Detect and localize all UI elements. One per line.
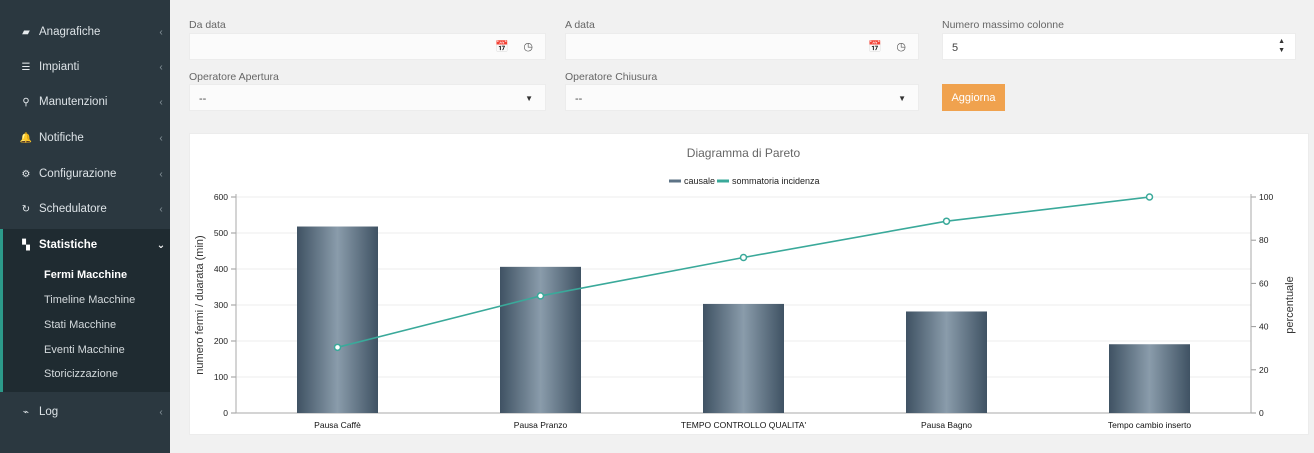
legend-label-causale: causale — [684, 176, 715, 186]
sidebar-item-label: Notifiche — [39, 132, 84, 144]
y-tick-label: 500 — [214, 228, 228, 238]
caret-down-icon: ▼ — [525, 94, 533, 103]
line-point-2 — [739, 253, 748, 262]
sidebar-item-configurazione[interactable]: ⚙ Configurazione ‹ — [0, 159, 170, 189]
sidebar-subitem-eventi-macchine[interactable]: Eventi Macchine — [44, 344, 125, 356]
pareto-chart-card: Diagramma di Pareto causale sommatoria inc… — [189, 133, 1309, 435]
chevron-left-icon: ‹ — [159, 406, 163, 418]
sidebar-item-label: Impianti — [39, 61, 80, 73]
da-data-input[interactable]: 📅 ◷ — [189, 33, 546, 60]
caret-down-icon: ▼ — [898, 94, 906, 103]
sidebar-item-impianti[interactable]: ☰ Impianti ‹ — [0, 52, 170, 82]
sidebar-item-label: Manutenzioni — [39, 96, 108, 108]
chevron-left-icon: ‹ — [159, 96, 163, 108]
sidebar: ▰ Anagrafiche ‹ ☰ Impianti ‹ ⚲ Manutenzi… — [0, 0, 170, 453]
sidebar-item-label: Configurazione — [39, 168, 117, 180]
map-icon: ▚ — [22, 239, 30, 251]
y-tick-label: 300 — [214, 300, 228, 310]
y2-tick-label: 100 — [1259, 192, 1273, 202]
sidebar-subitem-storicizzazione[interactable]: Storicizzazione — [44, 368, 118, 380]
y-tick-label: 100 — [214, 372, 228, 382]
x-tick-label: Pausa Pranzo — [514, 420, 568, 430]
a-data-input[interactable]: 📅 ◷ — [565, 33, 919, 60]
sidebar-item-notifiche[interactable]: 🔔 Notifiche ‹ — [0, 123, 170, 153]
sidebar-item-label: Anagrafiche — [39, 26, 101, 38]
pareto-chart: Diagramma di Pareto causale sommatoria inc… — [194, 146, 1296, 430]
max-cols-label: Numero massimo colonne — [942, 19, 1064, 31]
stepper-arrows-icon[interactable]: ▲ ▼ — [1278, 37, 1285, 55]
op-chiusura-select[interactable]: -- ▼ — [565, 84, 919, 111]
sidebar-item-label: Log — [39, 406, 59, 418]
chart-title: Diagramma di Pareto — [687, 146, 801, 160]
y-tick-label: 400 — [214, 264, 228, 274]
max-cols-value: 5 — [952, 42, 959, 54]
chevron-left-icon: ‹ — [159, 26, 163, 38]
y-axis-title: numero fermi / duarata (min) — [194, 235, 206, 374]
bar-2 — [703, 303, 784, 413]
sidebar-subitem-fermi-macchine[interactable]: Fermi Macchine — [44, 269, 127, 281]
x-tick-label: Pausa Bagno — [921, 420, 972, 430]
x-tick-label: TEMPO CONTROLLO QUALITA' — [681, 420, 807, 430]
sidebar-item-label: Schedulatore — [39, 203, 107, 215]
legend-label-sommatoria: sommatoria incidenza — [732, 176, 820, 186]
y2-tick-label: 20 — [1259, 365, 1269, 375]
y-tick-label: 600 — [214, 192, 228, 202]
search-icon: ⚲ — [22, 96, 30, 108]
da-data-label: Da data — [189, 19, 226, 31]
aggiorna-button[interactable]: Aggiorna — [942, 84, 1005, 111]
line-point-4 — [1145, 193, 1154, 201]
chevron-left-icon: ‹ — [159, 132, 163, 144]
sidebar-item-label: Statistiche — [39, 239, 98, 251]
y2-axis-title: percentuale — [1284, 276, 1296, 334]
line-point-3 — [942, 217, 951, 225]
y-tick-label: 200 — [214, 336, 228, 346]
bar-1 — [500, 266, 581, 413]
bar-0 — [297, 226, 378, 413]
sidebar-subitem-stati-macchine[interactable]: Stati Macchine — [44, 319, 116, 331]
sidebar-subitem-timeline-macchine[interactable]: Timeline Macchine — [44, 294, 135, 306]
chevron-left-icon: ‹ — [159, 168, 163, 180]
clock-icon[interactable]: ◷ — [523, 40, 533, 53]
x-tick-label: Pausa Caffè — [314, 420, 361, 430]
refresh-icon: ↻ — [21, 203, 31, 215]
sidebar-item-anagrafiche[interactable]: ▰ Anagrafiche ‹ — [0, 17, 170, 47]
chevron-left-icon: ‹ — [159, 203, 163, 215]
paperclip-icon: ⌁ — [22, 406, 30, 418]
chevron-down-icon: ⌄ — [156, 239, 166, 251]
sidebar-item-log[interactable]: ⌁ Log ‹ — [0, 397, 170, 427]
clock-icon[interactable]: ◷ — [896, 40, 906, 53]
op-chiusura-value: -- — [575, 93, 583, 105]
main-content: Da data 📅 ◷ A data 📅 ◷ Numero massimo co… — [170, 0, 1314, 453]
calendar-icon[interactable]: 📅 — [495, 40, 509, 53]
sidebar-item-manutenzioni[interactable]: ⚲ Manutenzioni ‹ — [0, 87, 170, 117]
sidebar-item-schedulatore[interactable]: ↻ Schedulatore ‹ — [0, 194, 170, 224]
calendar-icon[interactable]: 📅 — [868, 40, 882, 53]
a-data-label: A data — [565, 19, 595, 31]
y2-tick-label: 60 — [1259, 278, 1269, 288]
y2-tick-label: 80 — [1259, 235, 1269, 245]
bar-3 — [906, 311, 987, 413]
x-tick-label: Tempo cambio inserto — [1108, 420, 1191, 430]
y2-tick-label: 40 — [1259, 322, 1269, 332]
max-cols-stepper[interactable]: 5 ▲ ▼ — [942, 33, 1296, 60]
op-apertura-value: -- — [199, 93, 207, 105]
y2-tick-label: 0 — [1259, 408, 1264, 418]
op-apertura-label: Operatore Apertura — [189, 71, 279, 83]
sidebar-item-statistiche[interactable]: ▚ Statistiche ⌄ — [0, 229, 170, 261]
y-tick-label: 0 — [223, 408, 228, 418]
statistiche-submenu: Fermi Macchine Timeline Macchine Stati M… — [0, 261, 170, 392]
line-point-1 — [536, 292, 545, 300]
op-chiusura-label: Operatore Chiusura — [565, 71, 658, 83]
book-icon: ▰ — [22, 26, 30, 38]
line-point-0 — [333, 343, 342, 352]
bell-icon: 🔔 — [19, 132, 33, 144]
chevron-left-icon: ‹ — [159, 61, 163, 73]
op-apertura-select[interactable]: -- ▼ — [189, 84, 546, 111]
gears-icon: ⚙ — [21, 168, 31, 180]
list-icon: ☰ — [21, 61, 31, 73]
bar-4 — [1109, 344, 1190, 413]
